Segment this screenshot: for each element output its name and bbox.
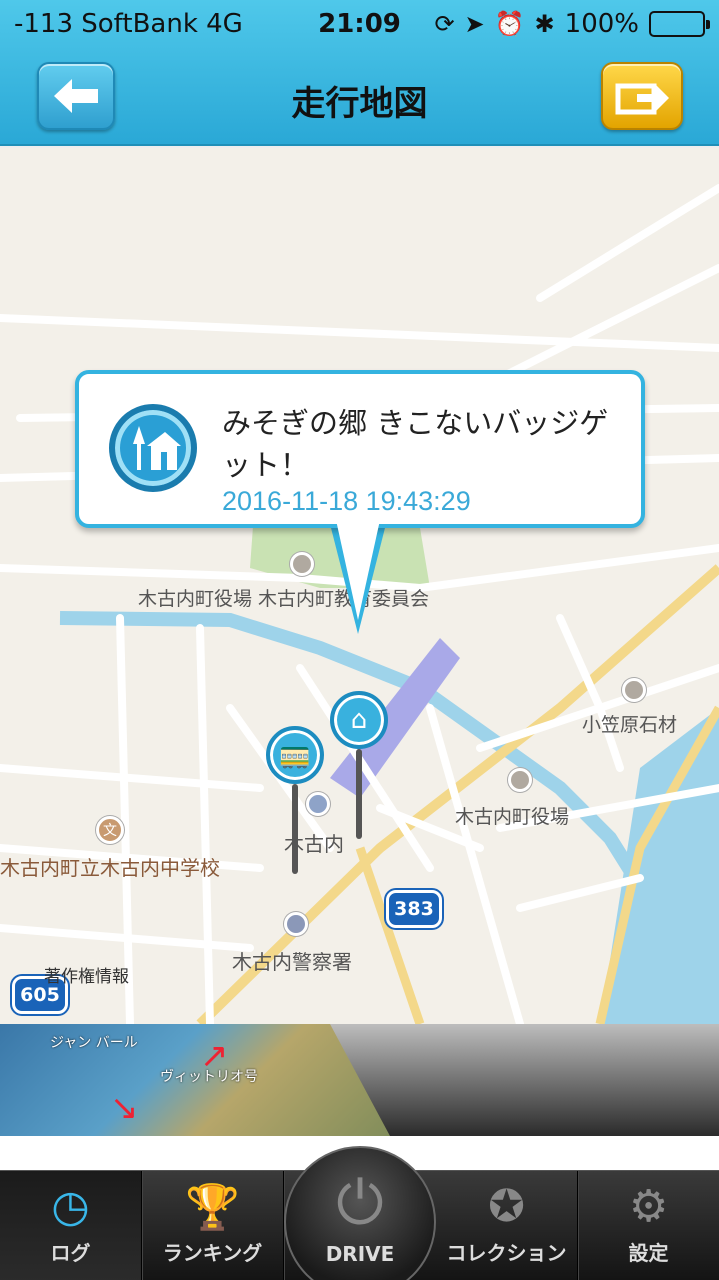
rotation-lock-icon: ⟳: [434, 10, 455, 38]
location-icon: ➤: [464, 10, 485, 38]
gear-icon: ⚙: [628, 1181, 669, 1232]
badge-callout[interactable]: みそぎの郷 きこないバッジゲット！ 2016-11-18 19:43:29: [75, 370, 645, 528]
house-icon: ⌂: [330, 691, 388, 749]
top-bar: -113 SoftBank 4G 21:09 ⟳ ➤ ⏰ ✱ 100% 走行地図: [0, 0, 719, 146]
alarm-icon: ⏰: [494, 10, 525, 38]
map-pin-train[interactable]: 🚃: [266, 726, 324, 874]
tab-settings[interactable]: ⚙ 設定: [578, 1171, 719, 1280]
drive-label: DRIVE: [325, 1242, 395, 1266]
battery-percent: 100%: [564, 9, 639, 39]
bluetooth-icon: ✱: [534, 10, 555, 38]
share-arrow-icon: [615, 83, 669, 115]
badge-house-icon: [109, 404, 197, 492]
police-icon[interactable]: [284, 912, 308, 936]
tab-collection[interactable]: ✪ コレクション: [436, 1171, 578, 1280]
map-pin-badge[interactable]: ⌂: [330, 691, 388, 839]
share-button[interactable]: [601, 62, 683, 130]
ad-banner[interactable]: ジャン バール ヴィットリオ号 ↗ ↘: [0, 1024, 719, 1136]
label-school: 木古内町立木古内中学校: [0, 856, 220, 880]
label-police: 木古内警察署: [232, 950, 352, 974]
route-shield-383: 383: [386, 890, 442, 928]
tab-label: コレクション: [446, 1241, 567, 1265]
poi-marker[interactable]: [622, 678, 646, 702]
tab-label: ランキング: [162, 1241, 263, 1265]
banner-arrow-icon: ↘: [110, 1088, 139, 1128]
callout-tail-inner: [336, 520, 380, 620]
status-right: ⟳ ➤ ⏰ ✱ 100%: [434, 9, 710, 39]
banner-label-1: ジャン バール: [50, 1035, 138, 1051]
school-icon[interactable]: 文: [96, 816, 124, 844]
trophy-icon: 🏆: [185, 1182, 240, 1233]
poi-marker[interactable]: [508, 768, 532, 792]
star-icon: ✪: [488, 1181, 525, 1232]
copyright-link[interactable]: 著作権情報: [44, 962, 129, 987]
battery-icon: [649, 11, 710, 37]
callout-date: 2016-11-18 19:43:29: [222, 486, 471, 516]
banner-arrow-icon: ↗: [200, 1036, 229, 1076]
callout-message: みそぎの郷 きこないバッジゲット！: [222, 406, 609, 482]
status-bar: -113 SoftBank 4G 21:09 ⟳ ➤ ⏰ ✱ 100%: [0, 0, 719, 48]
train-icon: 🚃: [266, 726, 324, 784]
poi-marker[interactable]: [290, 552, 314, 576]
tab-log[interactable]: ◷ ログ: [0, 1171, 142, 1280]
power-icon: ⏻: [336, 1168, 384, 1238]
banner-ship-image: [330, 1024, 719, 1136]
tab-label: 設定: [628, 1241, 669, 1265]
clock-icon: ◷: [51, 1181, 90, 1232]
label-ogasawara: 小笠原石材: [582, 714, 678, 736]
label-town-office: 木古内町役場: [455, 806, 570, 828]
tab-label: ログ: [50, 1241, 91, 1265]
tab-ranking[interactable]: 🏆 ランキング: [142, 1171, 284, 1280]
